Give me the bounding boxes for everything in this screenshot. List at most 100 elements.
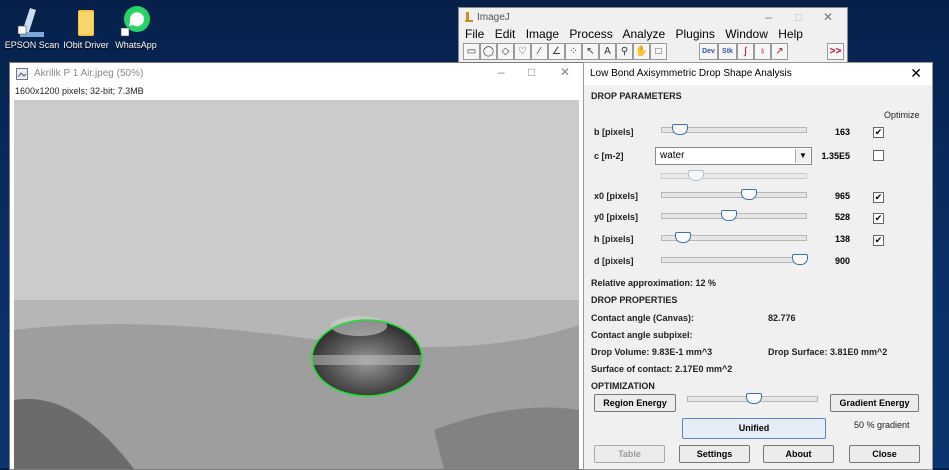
imagej-menubar: File Edit Image Process Analyze Plugins … — [465, 27, 810, 41]
slider-thumb[interactable] — [675, 232, 691, 243]
drop-properties-heading: DROP PROPERTIES — [591, 295, 678, 305]
imagej-microscope-icon — [465, 12, 473, 22]
maximize-icon[interactable]: □ — [528, 65, 535, 79]
param-h-value: 138 — [834, 234, 850, 244]
arrow-tool-icon[interactable]: ↗ — [771, 43, 788, 60]
slider-thumb[interactable] — [688, 170, 704, 181]
param-b-label: b [pixels] — [594, 127, 634, 137]
optimization-heading: OPTIMIZATION — [591, 381, 655, 391]
text-tool-icon[interactable]: A — [599, 43, 616, 60]
angle-tool-icon[interactable]: ∠ — [548, 43, 565, 60]
unified-button[interactable]: Unified — [682, 418, 826, 439]
brush-tool-icon[interactable]: ∫ — [737, 43, 754, 60]
menu-help[interactable]: Help — [778, 27, 803, 41]
slider-thumb[interactable] — [741, 189, 757, 200]
menu-analyze[interactable]: Analyze — [622, 27, 665, 41]
param-h-optimize-checkbox[interactable]: ✔ — [873, 235, 884, 246]
param-b-optimize-checkbox[interactable]: ✔ — [873, 127, 884, 138]
param-b-slider[interactable] — [661, 124, 807, 135]
menu-edit[interactable]: Edit — [495, 27, 516, 41]
menu-image[interactable]: Image — [526, 27, 559, 41]
param-x0-slider[interactable] — [661, 189, 807, 200]
menu-plugins[interactable]: Plugins — [676, 27, 715, 41]
relative-approximation: Relative approximation: 12 % — [591, 278, 717, 288]
maximize-icon[interactable]: □ — [795, 10, 802, 24]
dropper-tool-icon[interactable]: ♁ — [754, 43, 771, 60]
contact-angle-canvas-label: Contact angle (Canvas): — [591, 313, 695, 323]
param-d-slider[interactable] — [661, 254, 808, 265]
desktop-icon-label: WhatsApp — [115, 40, 157, 50]
more-tools-button[interactable]: >> — [827, 43, 844, 60]
param-x0-value: 965 — [834, 191, 850, 201]
gradient-energy-button[interactable]: Gradient Energy — [830, 394, 919, 412]
param-c-label: c [m-2] — [594, 151, 624, 161]
wand-tool-icon[interactable]: ↖ — [582, 43, 599, 60]
minimize-icon[interactable]: – — [498, 65, 505, 79]
about-button[interactable]: About — [763, 445, 834, 463]
param-b-value: 163 — [834, 127, 850, 137]
param-y0-value: 528 — [834, 212, 850, 222]
desktop-icon-whatsapp[interactable]: WhatsApp — [106, 4, 166, 50]
liquid-dropdown-value: water — [660, 150, 685, 161]
contact-angle-subpixel-label: Contact angle subpixel: — [591, 330, 693, 340]
color-picker-tool-icon[interactable]: □ — [650, 43, 667, 60]
param-x0-optimize-checkbox[interactable]: ✔ — [873, 192, 884, 203]
close-button[interactable]: Close — [849, 445, 920, 463]
image-file-icon — [16, 68, 28, 80]
gradient-percent: 50 % gradient — [854, 420, 910, 430]
param-y0-label: y0 [pixels] — [594, 212, 639, 222]
param-y0-optimize-checkbox[interactable]: ✔ — [873, 213, 884, 224]
desktop-icon-epson-scan[interactable]: EPSON Scan — [2, 4, 62, 50]
slider-thumb[interactable] — [792, 254, 808, 265]
freehand-tool-icon[interactable]: ♡ — [514, 43, 531, 60]
scanner-icon — [16, 4, 48, 38]
lbadsa-dialog: Low Bond Axisymmetric Drop Shape Analysi… — [583, 62, 933, 470]
param-h-label: h [pixels] — [594, 234, 634, 244]
slider-thumb[interactable] — [721, 210, 737, 221]
drop-image-canvas[interactable] — [14, 100, 579, 469]
chevron-down-icon[interactable]: ▼ — [795, 149, 810, 163]
rectangle-tool-icon[interactable]: ▭ — [463, 43, 480, 60]
energy-balance-slider[interactable] — [687, 393, 818, 404]
imagej-window: ImageJ – □ ✕ File Edit Image Process Ana… — [458, 7, 848, 64]
param-y0-slider[interactable] — [661, 210, 807, 221]
oval-tool-icon[interactable]: ◯ — [480, 43, 497, 60]
contact-angle-canvas-value: 82.776 — [768, 313, 796, 323]
param-h-slider[interactable] — [661, 232, 807, 243]
slider-thumb[interactable] — [746, 393, 762, 404]
liquid-dropdown[interactable]: water ▼ — [655, 147, 812, 165]
optimize-heading: Optimize — [884, 110, 920, 120]
image-info: 1600x1200 pixels; 32-bit; 7.3MB — [15, 86, 144, 96]
slider-thumb[interactable] — [672, 124, 688, 135]
desktop-icon-label: EPSON Scan — [4, 40, 60, 50]
table-button[interactable]: Table — [594, 445, 665, 463]
menu-window[interactable]: Window — [725, 27, 768, 41]
drop-surface: Drop Surface: 3.81E0 mm^2 — [768, 347, 888, 357]
dialog-titlebar: Low Bond Axisymmetric Drop Shape Analysi… — [584, 63, 932, 85]
stack-tool-button[interactable]: Stk — [718, 43, 737, 60]
line-tool-icon[interactable]: ⁄ — [531, 43, 548, 60]
close-icon[interactable]: ✕ — [823, 10, 833, 24]
polygon-tool-icon[interactable]: ◇ — [497, 43, 514, 60]
menu-file[interactable]: File — [465, 27, 484, 41]
minimize-icon[interactable]: – — [765, 10, 772, 24]
close-icon[interactable]: ✕ — [910, 65, 922, 82]
param-c-optimize-checkbox[interactable] — [873, 150, 884, 161]
image-window: Akrilik P 1 Air.jpeg (50%) – □ ✕ 1600x12… — [9, 62, 584, 470]
image-window-title: Akrilik P 1 Air.jpeg (50%) — [34, 68, 144, 79]
drop-parameters-heading: DROP PARAMETERS — [591, 91, 682, 101]
dev-tool-button[interactable]: Dev — [699, 43, 718, 60]
imagej-title: ImageJ — [477, 12, 510, 23]
drop-volume: Drop Volume: 9.83E-1 mm^3 — [591, 347, 713, 357]
param-d-label: d [pixels] — [594, 256, 634, 266]
settings-button[interactable]: Settings — [679, 445, 750, 463]
param-c-slider[interactable] — [661, 170, 807, 181]
point-tool-icon[interactable]: ⁘ — [565, 43, 582, 60]
surface-of-contact: Surface of contact: 2.17E0 mm^2 — [591, 364, 733, 374]
menu-process[interactable]: Process — [569, 27, 612, 41]
param-c-value: 1.35E5 — [821, 151, 850, 161]
magnifier-tool-icon[interactable]: ⚲ — [616, 43, 633, 60]
close-icon[interactable]: ✕ — [560, 65, 570, 79]
hand-tool-icon[interactable]: ✋ — [633, 43, 650, 60]
region-energy-button[interactable]: Region Energy — [594, 394, 676, 412]
